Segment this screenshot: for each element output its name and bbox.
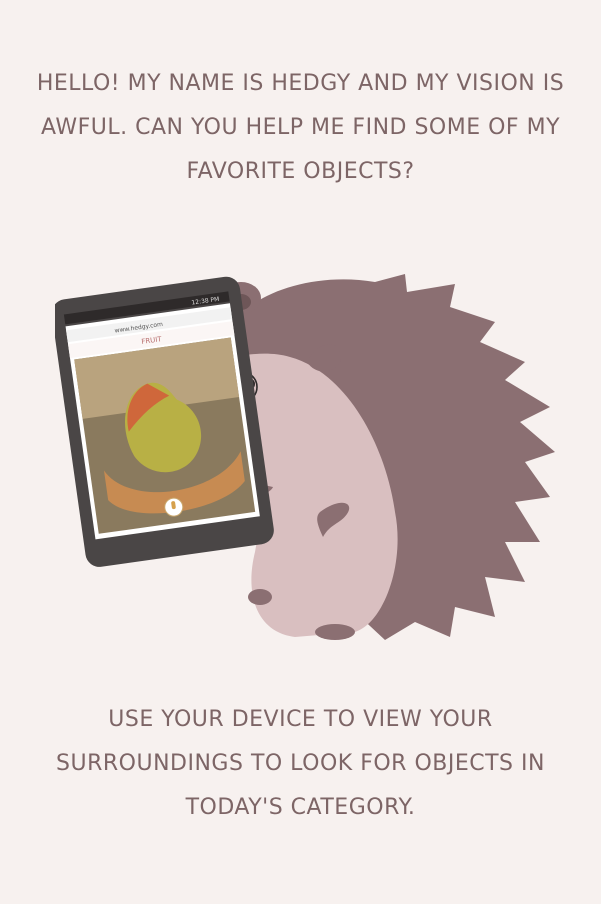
hedgehog-illustration: 12:38 PM www.hedgy.com FRUIT <box>55 262 565 652</box>
intro-text: HELLO! MY NAME IS HEDGY AND MY VISION IS… <box>36 71 565 184</box>
intro-message: HELLO! MY NAME IS HEDGY AND MY VISION IS… <box>0 62 601 194</box>
phone-device: 12:38 PM www.hedgy.com FRUIT <box>55 276 274 567</box>
instructions-text: USE YOUR DEVICE TO VIEW YOUR SURROUNDING… <box>56 707 545 820</box>
hedgehog-with-phone-image: 12:38 PM www.hedgy.com FRUIT <box>55 274 555 640</box>
instructions-message: USE YOUR DEVICE TO VIEW YOUR SURROUNDING… <box>0 698 601 830</box>
